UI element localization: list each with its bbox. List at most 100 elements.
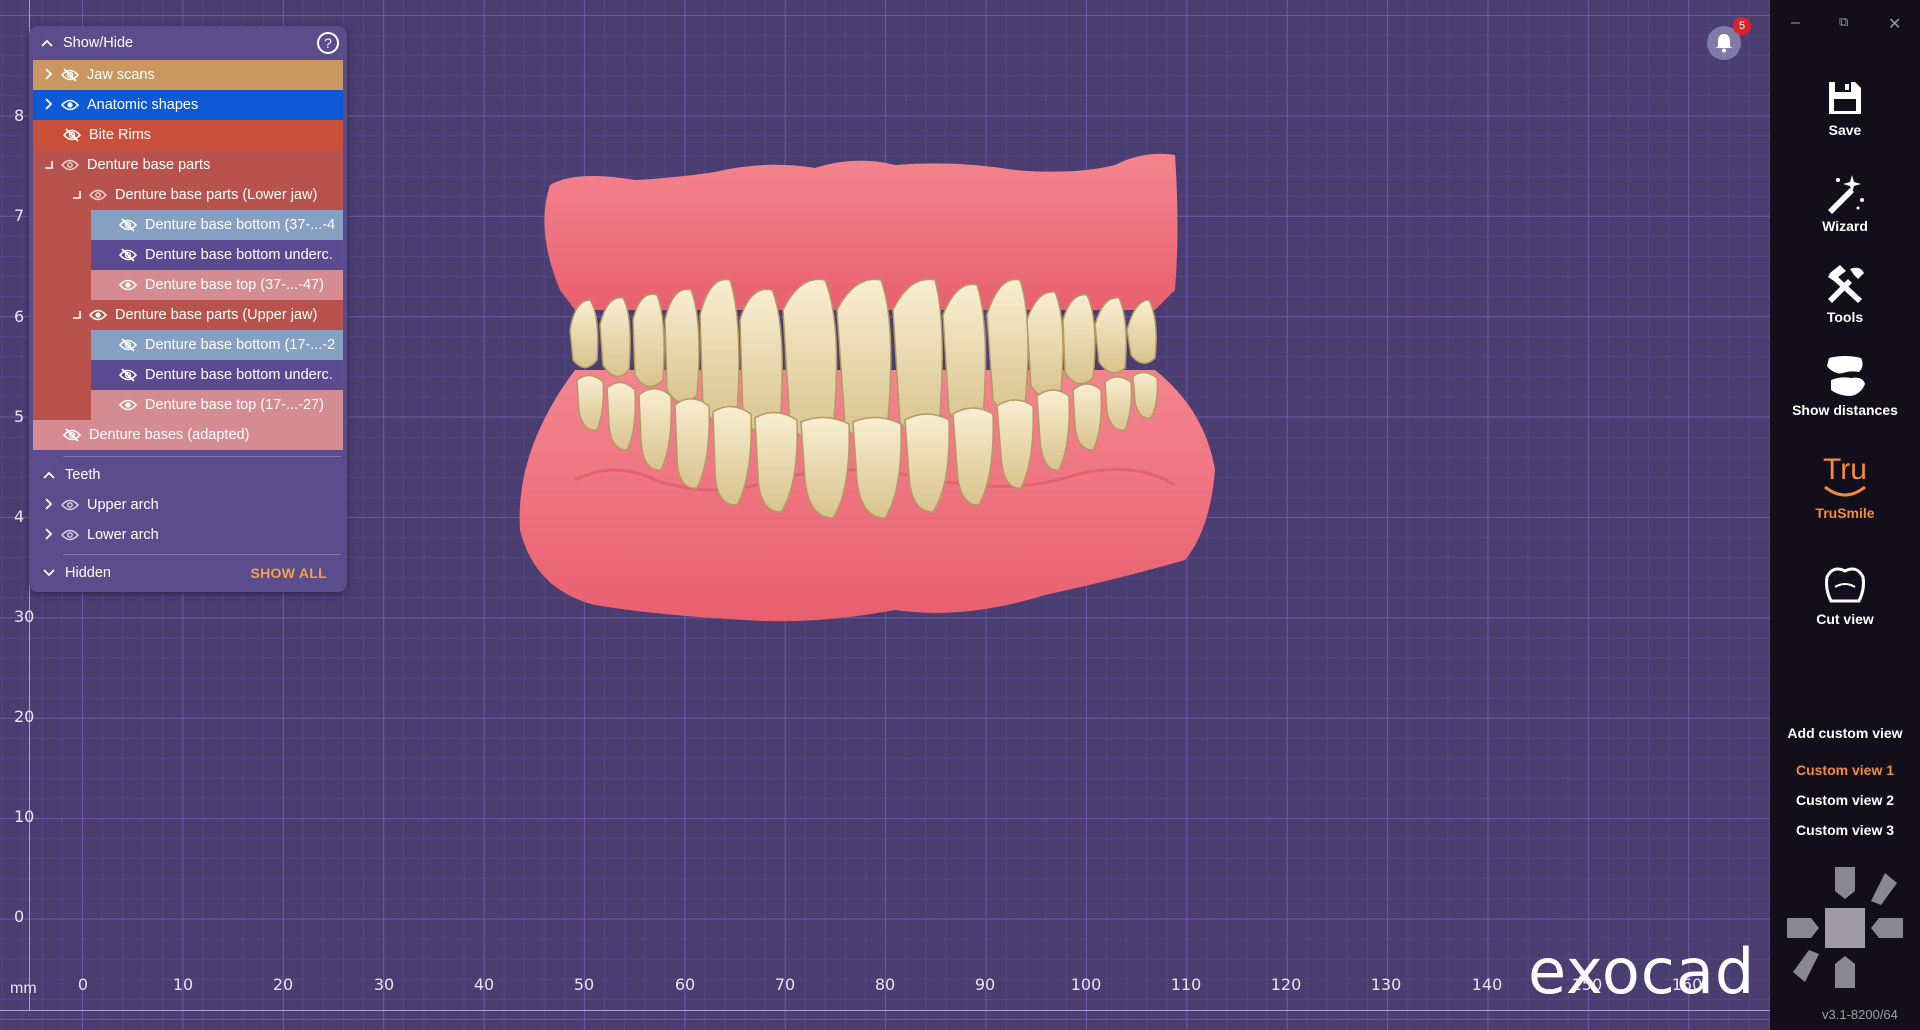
- layer-label: Denture base bottom (37-...-4: [145, 217, 336, 233]
- custom-view-2[interactable]: Custom view 2: [1770, 792, 1920, 808]
- eye-off-icon[interactable]: [119, 338, 139, 352]
- teeth-section-header[interactable]: Teeth: [33, 460, 343, 490]
- layer-row[interactable]: Denture base bottom (37-...-4: [91, 210, 343, 240]
- separator: [63, 456, 341, 457]
- y-tick-label: 7: [14, 206, 25, 225]
- eye-off-icon[interactable]: [63, 128, 83, 142]
- x-tick-label: 140: [1471, 975, 1503, 994]
- panel-title: Show/Hide: [63, 35, 134, 51]
- layer-row[interactable]: Denture base bottom underc.: [91, 360, 343, 390]
- help-icon[interactable]: ?: [317, 32, 339, 54]
- minimize-icon[interactable]: –: [1791, 14, 1800, 32]
- layer-row[interactable]: Denture base top (17-...-27): [91, 390, 343, 420]
- eye-icon[interactable]: [61, 98, 81, 112]
- chevron-right-icon[interactable]: [41, 497, 57, 513]
- y-tick-label: 0: [14, 907, 25, 926]
- layer-row[interactable]: Denture base bottom (17-...-2: [91, 330, 343, 360]
- save-icon: [1829, 82, 1861, 114]
- show-distances-button[interactable]: Show distances: [1770, 352, 1920, 418]
- y-tick-label: 30: [14, 607, 35, 626]
- eye-icon[interactable]: [119, 278, 139, 292]
- x-tick-label: 0: [77, 975, 89, 994]
- tools-icon: [1828, 265, 1864, 303]
- layer-label: Denture base bottom underc.: [145, 247, 333, 263]
- wizard-button[interactable]: Wizard: [1770, 172, 1920, 234]
- eye-icon[interactable]: [61, 528, 81, 542]
- x-tick-label: 70: [774, 975, 796, 994]
- x-tick-label: 60: [674, 975, 696, 994]
- bell-icon: [1716, 34, 1732, 53]
- tools-button[interactable]: Tools: [1770, 263, 1920, 325]
- layer-row[interactable]: Denture bases (adapted): [33, 420, 343, 450]
- restore-icon[interactable]: ⧉: [1839, 14, 1848, 30]
- eye-off-icon[interactable]: [61, 68, 81, 82]
- hidden-section-header[interactable]: Hidden SHOW ALL: [33, 558, 343, 588]
- layer-row[interactable]: Denture base top (37-...-47): [91, 270, 343, 300]
- eye-icon[interactable]: [89, 308, 109, 322]
- trusmile-label: TruSmile: [1815, 505, 1875, 521]
- eye-icon[interactable]: [61, 498, 81, 512]
- show-hide-panel: Show/Hide ? Jaw scans Anatomic shapes Bite…: [29, 26, 347, 592]
- eye-off-icon[interactable]: [119, 368, 139, 382]
- x-tick-label: 40: [473, 975, 495, 994]
- hidden-section-title: Hidden: [65, 565, 111, 581]
- x-tick-label: 90: [974, 975, 996, 994]
- chevron-up-icon: [41, 468, 57, 482]
- eye-off-icon[interactable]: [119, 248, 139, 262]
- exocad-app: 8 7 6 5 4 30 20 10 0 mm 0 10 20 30 40 50…: [0, 0, 1920, 1030]
- eye-off-icon[interactable]: [63, 428, 83, 442]
- custom-view-3[interactable]: Custom view 3: [1770, 822, 1920, 838]
- view-bottom-left-arrow: [1793, 950, 1819, 982]
- chevron-down-icon: [41, 566, 57, 580]
- show-distances-label: Show distances: [1792, 402, 1898, 418]
- x-tick-label: 50: [573, 975, 595, 994]
- teeth-arch-row[interactable]: Lower arch: [33, 520, 343, 550]
- layer-row[interactable]: Denture base parts (Upper jaw): [59, 300, 343, 330]
- layer-row[interactable]: Jaw scans: [33, 60, 343, 90]
- x-tick-label: 100: [1070, 975, 1102, 994]
- version-label: v3.1-8200/64: [1822, 1007, 1898, 1022]
- chevron-right-icon[interactable]: [41, 97, 57, 113]
- custom-view-1[interactable]: Custom view 1: [1770, 762, 1920, 778]
- layer-row[interactable]: Anatomic shapes: [33, 90, 343, 120]
- panel-header[interactable]: Show/Hide ?: [29, 26, 347, 60]
- show-all-button[interactable]: SHOW ALL: [250, 565, 327, 581]
- add-custom-view-button[interactable]: Add custom view: [1770, 725, 1920, 741]
- notification-count-badge: 5: [1733, 17, 1751, 35]
- ruler-unit: mm: [10, 980, 37, 997]
- close-icon[interactable]: ✕: [1888, 14, 1901, 34]
- layer-label: Denture base bottom (17-...-2: [145, 337, 336, 353]
- cut-view-icon: [1825, 567, 1865, 603]
- layer-label: Denture base parts (Lower jaw): [115, 187, 318, 203]
- layer-row[interactable]: Denture base parts: [33, 150, 343, 180]
- eye-off-icon[interactable]: [119, 218, 139, 232]
- x-tick-label: 110: [1170, 975, 1202, 994]
- cut-view-button[interactable]: Cut view: [1770, 563, 1920, 627]
- layer-row[interactable]: Bite Rims: [33, 120, 343, 150]
- chevron-right-icon[interactable]: [41, 527, 57, 543]
- y-tick-label: 10: [14, 807, 35, 826]
- chevron-right-icon[interactable]: [41, 67, 57, 83]
- vertical-ruler: [0, 0, 30, 1010]
- eye-icon[interactable]: [119, 398, 139, 412]
- collapse-icon[interactable]: [41, 158, 57, 172]
- collapse-icon[interactable]: [69, 188, 85, 202]
- eye-icon[interactable]: [89, 188, 109, 202]
- 3d-viewport[interactable]: 8 7 6 5 4 30 20 10 0 mm 0 10 20 30 40 50…: [0, 0, 1770, 1030]
- layer-row[interactable]: Denture base bottom underc.: [91, 240, 343, 270]
- denture-3d-model[interactable]: [515, 150, 1215, 640]
- save-label: Save: [1828, 122, 1862, 138]
- layer-row[interactable]: Denture base parts (Lower jaw): [59, 180, 343, 210]
- cut-view-label: Cut view: [1816, 611, 1874, 627]
- collapse-icon[interactable]: [69, 308, 85, 322]
- trusmile-button[interactable]: Tru TruSmile: [1770, 455, 1920, 522]
- eye-icon[interactable]: [61, 158, 81, 172]
- view-navigation-cube[interactable]: [1785, 865, 1905, 990]
- y-tick-label: 8: [14, 106, 25, 125]
- view-top-right-arrow: [1871, 873, 1897, 905]
- save-button[interactable]: Save: [1770, 78, 1920, 138]
- y-tick-label: 4: [14, 507, 25, 526]
- separator: [63, 554, 341, 555]
- teeth-arch-row[interactable]: Upper arch: [33, 490, 343, 520]
- wizard-label: Wizard: [1822, 218, 1868, 234]
